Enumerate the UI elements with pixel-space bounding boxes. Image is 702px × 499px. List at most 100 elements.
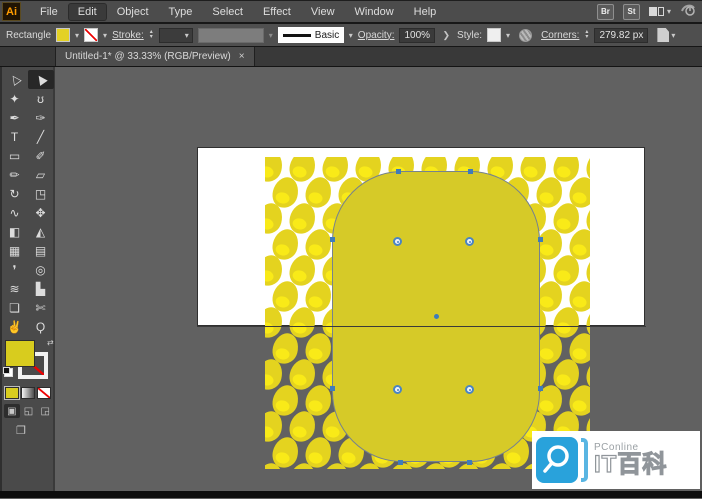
line-segment-tool-icon: ╱ xyxy=(37,130,44,144)
default-fill-stroke-icon[interactable] xyxy=(4,368,13,377)
menu-edit[interactable]: Edit xyxy=(69,4,106,20)
live-corner-widget[interactable] xyxy=(393,237,402,246)
stock-button[interactable]: St xyxy=(623,4,640,20)
menu-object[interactable]: Object xyxy=(108,4,158,20)
column-graph-tool[interactable]: ▙ xyxy=(28,279,54,298)
paintbrush-tool[interactable]: ✐ xyxy=(28,146,54,165)
brush-definition-dropdown[interactable]: Basic xyxy=(278,27,344,43)
perspective-grid-tool-icon: ◭ xyxy=(36,225,45,239)
stroke-weight-dropdown[interactable]: ▾ xyxy=(159,28,193,43)
direct-selection-tool[interactable]: ▶ xyxy=(28,70,54,89)
menu-help[interactable]: Help xyxy=(405,4,446,20)
column-graph-tool-icon: ▙ xyxy=(36,282,45,296)
zoom-tool[interactable]: Ϙ xyxy=(28,317,54,336)
lasso-tool[interactable]: ʊ xyxy=(28,89,54,108)
artboard-tool[interactable]: ❏ xyxy=(2,298,28,317)
corners-label[interactable]: Corners: xyxy=(541,30,579,41)
perspective-grid-tool[interactable]: ◭ xyxy=(28,222,54,241)
menu-select[interactable]: Select xyxy=(203,4,252,20)
gradient-tool[interactable]: ▤ xyxy=(28,241,54,260)
document-tab-label: Untitled-1* @ 33.33% (RGB/Preview) xyxy=(65,51,231,62)
curvature-tool[interactable]: ✑ xyxy=(28,108,54,127)
stroke-chevron-icon[interactable]: ▾ xyxy=(103,31,107,40)
anchor-point[interactable] xyxy=(538,386,543,391)
stroke-weight-stepper[interactable]: ▴▾ xyxy=(150,30,153,40)
menu-effect[interactable]: Effect xyxy=(254,4,300,20)
shape-options-button[interactable]: ▾ xyxy=(657,28,675,42)
pen-tool-icon: ✒ xyxy=(9,111,19,125)
lasso-tool-icon: ʊ xyxy=(37,92,44,106)
fill-color-swatch[interactable] xyxy=(56,28,70,42)
recolor-artwork-icon[interactable] xyxy=(519,29,532,42)
live-corner-widget[interactable] xyxy=(465,237,474,246)
selection-tool[interactable]: ▷ xyxy=(2,70,28,89)
line-segment-tool[interactable]: ╱ xyxy=(28,127,54,146)
symbol-sprayer-tool[interactable]: ≋ xyxy=(2,279,28,298)
stroke-profile-dropdown[interactable] xyxy=(198,28,264,43)
width-tool-icon: ∿ xyxy=(9,206,19,220)
tab-close-icon[interactable]: × xyxy=(239,51,245,62)
rectangle-tool[interactable]: ▭ xyxy=(2,146,28,165)
slice-tool-icon: ✄ xyxy=(35,301,45,315)
free-transform-tool[interactable]: ✥ xyxy=(28,203,54,222)
live-corner-widget[interactable] xyxy=(465,385,474,394)
canvas-area[interactable]: PConline IT百科 xyxy=(55,67,700,491)
chevron-down-icon: ▾ xyxy=(667,7,671,16)
corners-field[interactable]: 279.82 px xyxy=(594,28,648,43)
shaper-tool[interactable]: ✏ xyxy=(2,165,28,184)
width-tool[interactable]: ∿ xyxy=(2,203,28,222)
style-swatch[interactable] xyxy=(487,28,501,42)
menubar-right: Br St ▾ xyxy=(597,2,696,22)
draw-behind-mode[interactable]: ◱ xyxy=(21,404,37,418)
document-tab[interactable]: Untitled-1* @ 33.33% (RGB/Preview) × xyxy=(55,47,255,66)
shape-center-point[interactable] xyxy=(434,314,439,319)
style-chevron-icon[interactable]: ▾ xyxy=(506,31,510,40)
menu-view[interactable]: View xyxy=(302,4,344,20)
opacity-field[interactable]: 100% xyxy=(399,28,435,43)
anchor-point[interactable] xyxy=(398,460,403,465)
type-tool[interactable]: T xyxy=(2,127,28,146)
anchor-point[interactable] xyxy=(330,237,335,242)
fill-indicator[interactable] xyxy=(5,340,35,367)
rotate-tool[interactable]: ↻ xyxy=(2,184,28,203)
stroke-color-swatch[interactable] xyxy=(84,28,98,42)
scale-tool[interactable]: ◳ xyxy=(28,184,54,203)
menu-file[interactable]: File xyxy=(31,4,67,20)
eraser-tool[interactable]: ▱ xyxy=(28,165,54,184)
magic-wand-tool[interactable]: ✦ xyxy=(2,89,28,108)
draw-inside-mode[interactable]: ◲ xyxy=(37,404,53,418)
mesh-tool[interactable]: ▦ xyxy=(2,241,28,260)
draw-normal-mode[interactable]: ▣ xyxy=(4,404,20,418)
brush-name: Basic xyxy=(315,30,339,41)
anchor-point[interactable] xyxy=(396,169,401,174)
menu-type[interactable]: Type xyxy=(160,4,202,20)
sync-share-icon[interactable] xyxy=(680,2,696,22)
live-corner-widget[interactable] xyxy=(393,385,402,394)
bridge-button[interactable]: Br xyxy=(597,4,614,20)
anchor-point[interactable] xyxy=(330,386,335,391)
opacity-label[interactable]: Opacity: xyxy=(358,30,395,41)
fill-chevron-icon[interactable]: ▾ xyxy=(75,31,79,40)
screen-mode-button[interactable]: ❐ xyxy=(16,424,53,437)
stroke-weight-label[interactable]: Stroke: xyxy=(112,30,144,41)
pen-tool[interactable]: ✒ xyxy=(2,108,28,127)
opacity-expand-icon[interactable]: ❯ xyxy=(440,30,452,41)
eyedropper-tool[interactable]: ❜ xyxy=(2,260,28,279)
slice-tool[interactable]: ✄ xyxy=(28,298,54,317)
menu-window[interactable]: Window xyxy=(346,4,403,20)
workspace-switcher[interactable]: ▾ xyxy=(649,7,671,16)
anchor-point[interactable] xyxy=(468,169,473,174)
shape-builder-tool[interactable]: ◧ xyxy=(2,222,28,241)
brush-chevron-icon[interactable]: ▾ xyxy=(349,31,353,40)
hand-tool[interactable]: ✌ xyxy=(2,317,28,336)
profile-chevron-icon[interactable]: ▾ xyxy=(269,31,273,40)
eraser-tool-icon: ▱ xyxy=(36,168,45,182)
none-button[interactable] xyxy=(37,387,51,399)
blend-tool[interactable]: ◎ xyxy=(28,260,54,279)
corners-stepper[interactable]: ▴▾ xyxy=(585,30,588,40)
anchor-point[interactable] xyxy=(538,237,543,242)
anchor-point[interactable] xyxy=(467,460,472,465)
gradient-button[interactable] xyxy=(21,387,35,399)
swap-fill-stroke-icon[interactable]: ⇄ xyxy=(47,338,54,347)
color-button[interactable] xyxy=(5,387,19,399)
